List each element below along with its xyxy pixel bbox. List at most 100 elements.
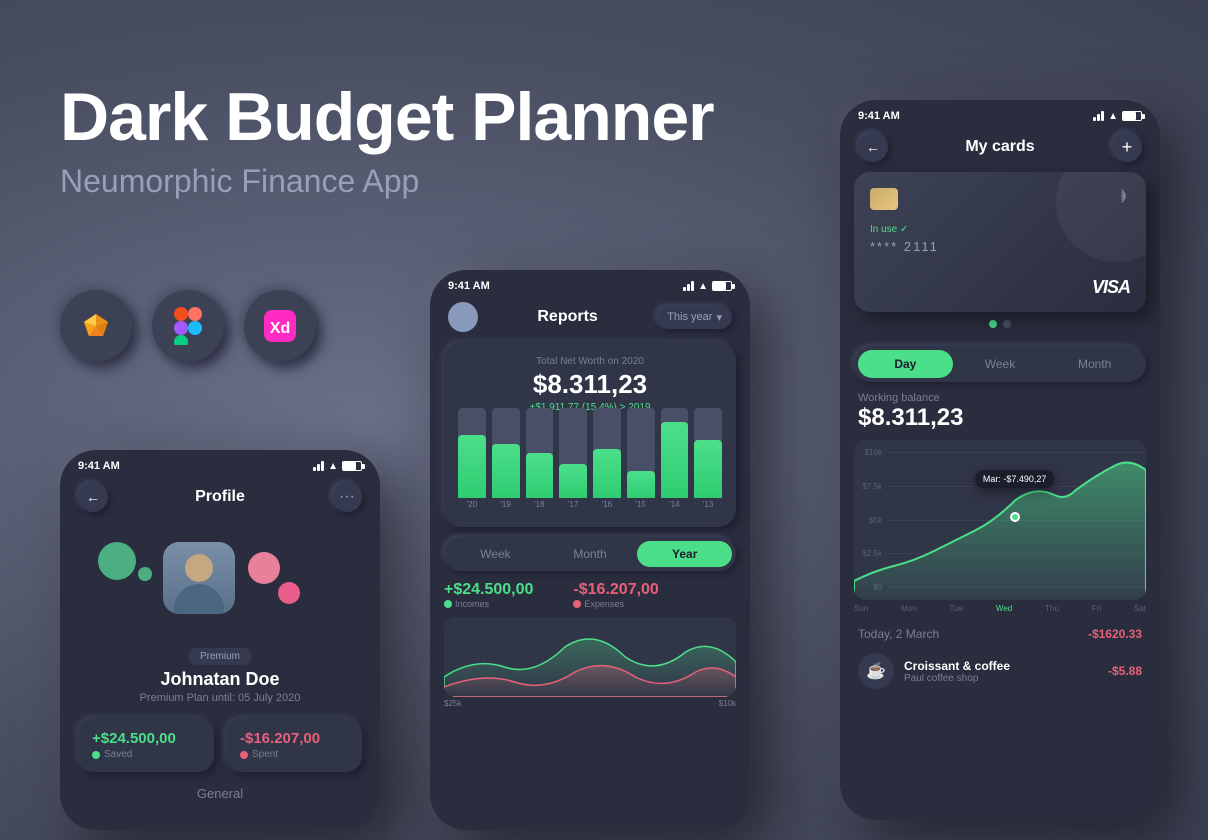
working-balance-label: Working balance [858,392,1142,404]
wifi-icon: ▲ [328,461,338,472]
bar-group-16: '16 [593,408,621,509]
reports-status-time: 9:41 AM [448,280,490,292]
expense-label: Expenses [573,599,658,609]
tab-month[interactable]: Month [543,541,638,567]
area-chart-svg [854,440,1146,600]
card-dot-1[interactable] [989,320,997,328]
tab-year[interactable]: Year [637,541,732,567]
income-expense-row: +$24.500,00 Incomes -$16.207,00 Expenses [444,581,736,609]
income-label: Incomes [444,599,533,609]
cards-status-icons: ▲ [1093,111,1142,122]
tab-day[interactable]: Day [858,350,953,378]
transaction-icon: ☕ [858,653,894,689]
bar-group-15: '15 [627,408,655,509]
tab-month[interactable]: Month [1047,350,1142,378]
transaction-name: Croissant & coffee [904,659,1010,673]
stats-row: +$24.500,00 Saved -$16.207,00 Spent [78,718,362,772]
cards-add-button[interactable]: + [1112,132,1142,162]
transaction-item[interactable]: ☕ Croissant & coffee Paul coffee shop -$… [840,645,1160,697]
area-chart-container: $10k $7.5k $5k $2.5k $0 [854,440,1146,600]
spent-value: -$16.207,00 [240,730,348,747]
reports-avatar [448,302,478,332]
phone-cards: 9:41 AM ▲ ← My cards + [840,100,1160,820]
blob-green-1 [98,542,136,580]
profile-status-icons: ▲ [313,461,362,472]
card-in-use: In use ✓ [870,224,1130,235]
tab-week[interactable]: Week [448,541,543,567]
reports-chart-section: Total Net Worth on 2020 $8.311,23 +$1.91… [444,342,736,527]
user-plan: Premium Plan until: 05 July 2020 [60,692,380,704]
general-label: General [60,786,380,809]
income-section: +$24.500,00 Incomes [444,581,533,609]
saved-value: +$24.500,00 [92,730,200,747]
sketch-icon[interactable] [60,290,132,362]
reports-status-icons: ▲ [683,281,732,292]
figma-icon[interactable] [152,290,224,362]
time-tabs: Day Week Month [854,346,1146,382]
this-year-filter[interactable]: This year ▾ [657,306,732,329]
avatar-body [174,584,224,614]
spent-label: Spent [240,749,348,760]
card-dots [854,320,1146,328]
page-title: Dark Budget Planner [60,80,714,155]
bar-group-17: '17 [559,408,587,509]
transaction-details: Croissant & coffee Paul coffee shop [904,659,1010,684]
spent-dot [240,751,248,759]
tab-week[interactable]: Week [953,350,1048,378]
cards-header: ← My cards + [840,126,1160,172]
bar-19 [492,408,520,498]
expense-dot [573,600,581,608]
card-number: **** 2111 [870,239,1130,254]
day-wed: Wed [996,604,1012,613]
expense-section: -$16.207,00 Expenses [573,581,658,609]
wave-labels: $25k $10k [430,697,750,710]
day-thu: Thu [1045,604,1059,613]
xd-icon[interactable]: Xd [244,290,316,362]
bar-chart: '20 '19 '18 [458,423,722,513]
blob-pink-2 [278,582,300,604]
profile-screen-title: Profile [195,488,245,506]
bar-14 [661,408,689,498]
avatar [163,542,235,614]
card-dot-2[interactable] [1003,320,1011,328]
reports-header: Reports This year ▾ [430,296,750,342]
today-section: Today, 2 March -$1620.33 [840,617,1160,645]
cards-back-button[interactable]: ← [858,132,888,162]
chart-label: Total Net Worth on 2020 [458,356,722,367]
profile-header: ← Profile ··· [60,476,380,522]
user-name: Johnatan Doe [60,669,380,690]
title-section: Dark Budget Planner Neumorphic Finance A… [60,80,714,200]
bar-16 [593,408,621,498]
profile-back-button[interactable]: ← [78,482,108,512]
avatar-head [185,554,213,582]
tooltip-dot [1010,512,1020,522]
blob-green-2 [138,567,152,581]
wave-chart [444,617,736,697]
reports-status-bar: 9:41 AM ▲ [430,270,750,296]
saved-label: Saved [92,749,200,760]
profile-more-button[interactable]: ··· [332,482,362,512]
premium-badge: Premium [188,648,252,665]
cards-screen-title: My cards [965,138,1034,156]
bar-group-18: '18 [526,408,554,509]
profile-avatar-section [78,522,362,642]
day-mon: Mon [901,604,917,613]
income-dot [444,600,452,608]
nfc-icon [1114,188,1130,209]
saved-stat-card: +$24.500,00 Saved [78,718,214,772]
spent-stat-card: -$16.207,00 Spent [226,718,362,772]
credit-card: In use ✓ **** 2111 VISA [854,172,1146,312]
profile-status-time: 9:41 AM [78,460,120,472]
bar-17 [559,408,587,498]
bar-20 [458,408,486,498]
card-chip [870,188,898,210]
bar-group-13: '13 [694,408,722,509]
cards-wifi-icon: ▲ [1108,111,1118,122]
day-fri: Fri [1092,604,1101,613]
phone-reports: 9:41 AM ▲ Reports This year ▾ Total Net … [430,270,750,830]
blob-pink-1 [248,552,280,584]
day-sat: Sat [1134,604,1146,613]
working-balance-section: Working balance $8.311,23 [840,382,1160,432]
page-subtitle: Neumorphic Finance App [60,163,714,200]
bar-group-14: '14 [661,408,689,509]
